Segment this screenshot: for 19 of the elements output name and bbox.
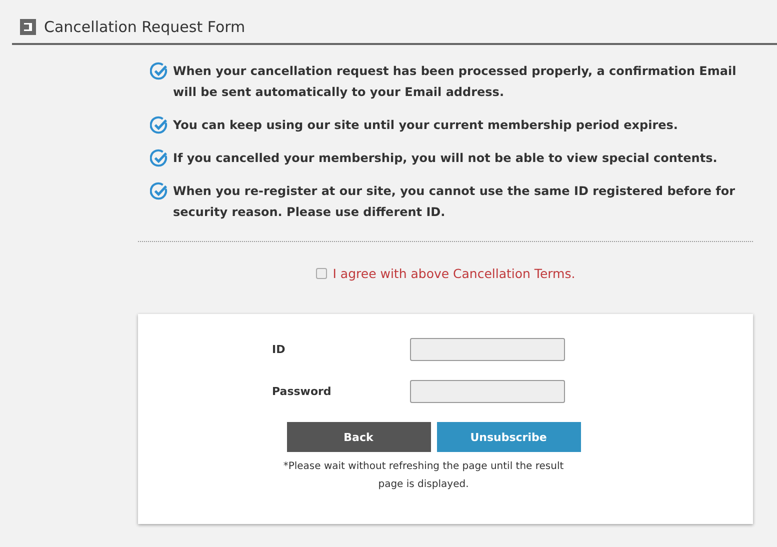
agree-checkbox[interactable]	[316, 268, 327, 279]
field-label: Password	[272, 385, 332, 398]
check-circle-icon	[150, 149, 169, 168]
check-circle-icon	[150, 182, 169, 201]
field-label: ID	[272, 343, 286, 356]
unsubscribe-button[interactable]: Unsubscribe	[436, 422, 580, 452]
term-text: You can keep using our site until your current membership period expires.	[173, 117, 678, 134]
page-title: Cancellation Request Form	[44, 18, 246, 36]
input-field[interactable]	[410, 338, 565, 361]
agree-label[interactable]: I agree with above Cancellation Terms.	[332, 266, 576, 281]
back-button[interactable]: Back	[286, 422, 430, 452]
term-text: When you re-register at our site, you cannot use the same ID registered before for security reason. Please use different ID.	[173, 183, 736, 221]
input-field[interactable]	[410, 380, 565, 403]
form-icon	[20, 19, 36, 35]
note-text: *Please wait without refreshing the page until the result page is displayed.	[282, 460, 565, 492]
term-text: When your cancellation request has been processed properly, a confirmation Email will be sent automatically to your Email address.	[173, 63, 738, 101]
term-text: If you cancelled your membership, you will not be able to view special contents.	[173, 150, 718, 167]
check-circle-icon	[150, 62, 169, 81]
check-circle-icon	[150, 116, 169, 135]
